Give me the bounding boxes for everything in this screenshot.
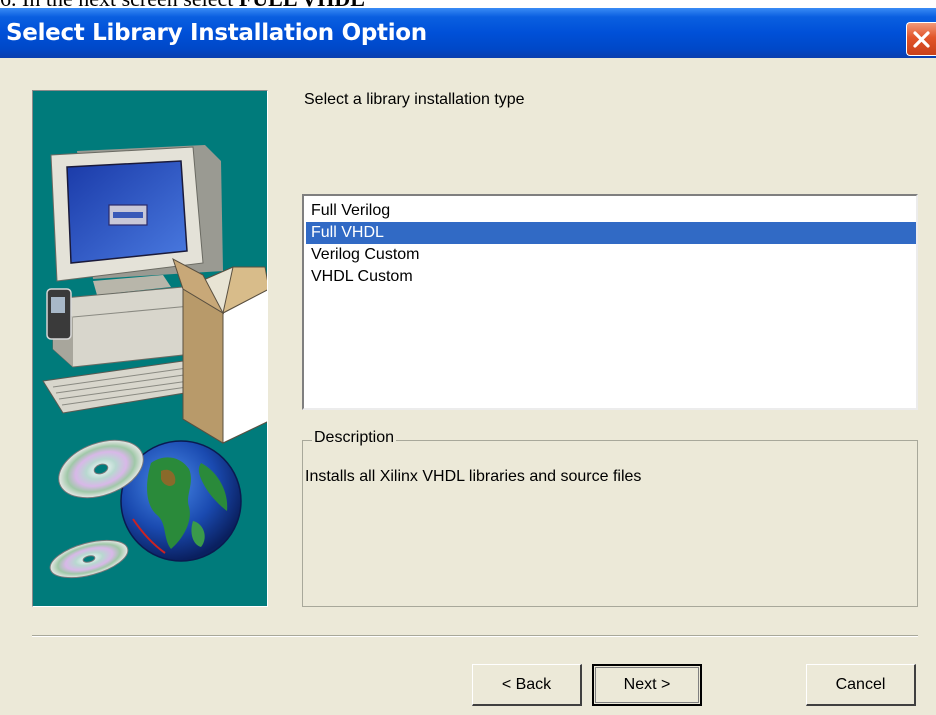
description-label: Description	[312, 429, 397, 447]
list-item-vhdl-custom[interactable]: VHDL Custom	[306, 266, 916, 288]
installation-type-list[interactable]: Full Verilog Full VHDL Verilog Custom VH…	[302, 194, 918, 410]
back-button[interactable]: < Back	[472, 664, 582, 706]
description-groupbox	[302, 440, 918, 607]
side-panel	[32, 90, 268, 607]
window-title: Select Library Installation Option	[6, 20, 427, 46]
next-button[interactable]: Next >	[592, 664, 702, 706]
close-button[interactable]	[906, 22, 936, 56]
dialog-body: Select a library installation type Full …	[0, 58, 936, 715]
close-x-icon	[913, 31, 930, 48]
window-title-bar[interactable]: Select Library Installation Option	[0, 8, 936, 58]
list-item-full-verilog[interactable]: Full Verilog	[306, 200, 916, 222]
prompt-label: Select a library installation type	[304, 91, 525, 108]
computer-box-cd-globe-illustration	[42, 145, 267, 579]
button-separator	[32, 635, 918, 637]
description-text: Installs all Xilinx VHDL libraries and s…	[305, 468, 642, 485]
cancel-button[interactable]: Cancel	[806, 664, 916, 706]
list-item-full-vhdl[interactable]: Full VHDL	[306, 222, 916, 244]
list-item-verilog-custom[interactable]: Verilog Custom	[306, 244, 916, 266]
